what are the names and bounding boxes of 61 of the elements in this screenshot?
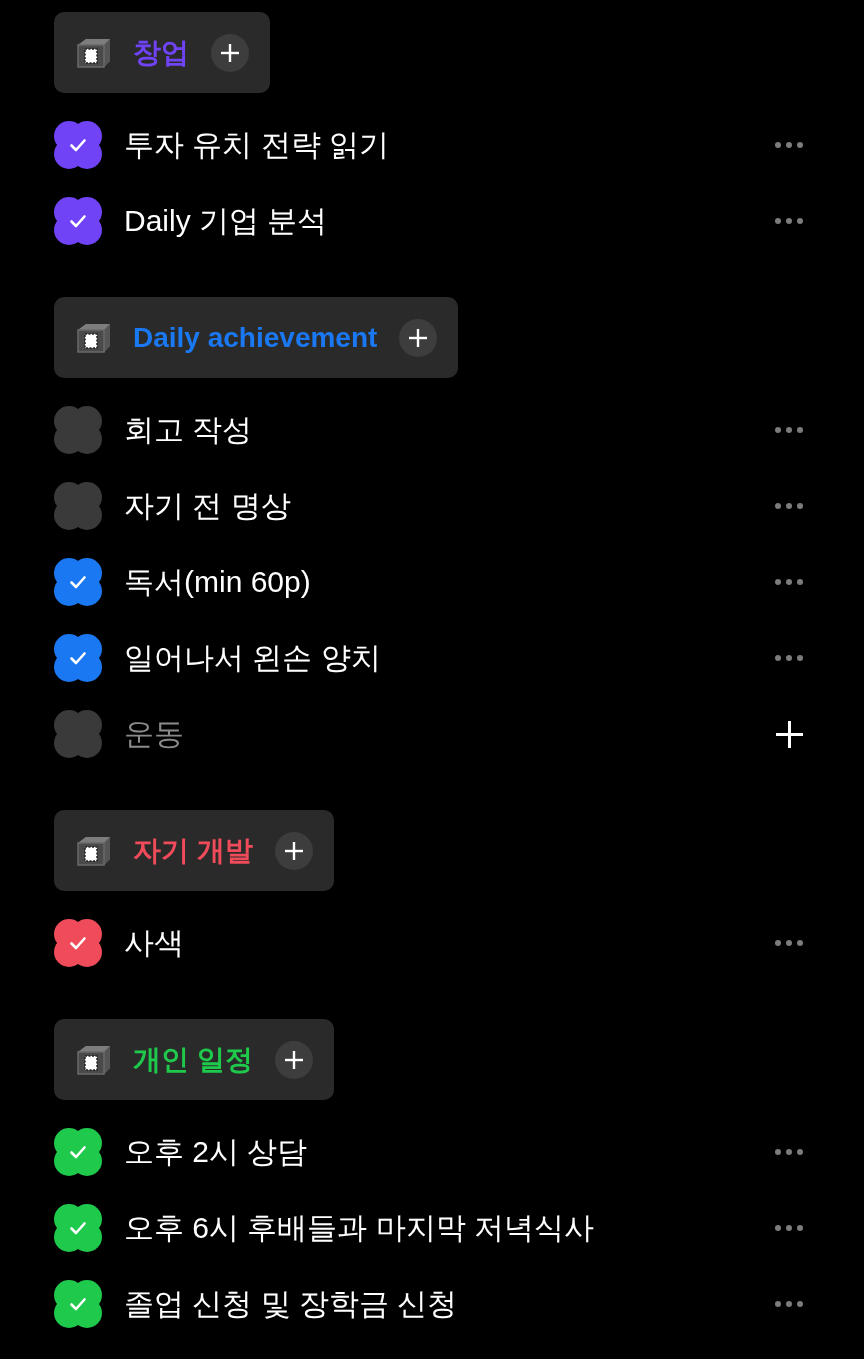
checkbox[interactable] <box>54 1204 102 1252</box>
plus-icon[interactable] <box>776 720 803 748</box>
check-icon <box>70 1298 86 1311</box>
box-icon <box>76 36 112 69</box>
category-title: 개인 일정 <box>133 1045 253 1074</box>
more-icon[interactable] <box>775 940 803 946</box>
category-header[interactable]: 자기 개발 <box>54 810 334 891</box>
box-icon <box>76 321 112 354</box>
add-button[interactable] <box>399 318 438 357</box>
category-header[interactable]: 개인 일정 <box>54 1019 334 1100</box>
more-icon[interactable] <box>775 655 803 661</box>
more-icon[interactable] <box>775 1225 803 1231</box>
more-icon[interactable] <box>775 142 803 148</box>
checkbox[interactable] <box>54 121 102 169</box>
more-icon[interactable] <box>775 1149 803 1155</box>
more-icon[interactable] <box>775 1301 803 1307</box>
plus-icon <box>284 1050 303 1069</box>
task-text: 자기 전 명상 <box>124 491 291 521</box>
category-title: 자기 개발 <box>133 836 253 865</box>
add-button[interactable] <box>274 831 313 870</box>
checkbox[interactable] <box>54 634 102 682</box>
check-icon <box>70 652 86 665</box>
more-icon[interactable] <box>775 427 803 433</box>
task-text: 졸업 신청 및 장학금 신청 <box>124 1289 458 1319</box>
checkbox[interactable] <box>54 919 102 967</box>
task-text: 회고 작성 <box>124 415 253 445</box>
plus-icon <box>221 43 239 62</box>
checkbox[interactable] <box>54 197 102 245</box>
task-text: 오후 2시 상담 <box>124 1137 308 1167</box>
category-title: Daily achievement <box>133 323 378 352</box>
task-text: 일어나서 왼손 양치 <box>124 643 381 673</box>
plus-icon <box>409 328 428 347</box>
checkbox[interactable] <box>54 710 102 758</box>
task-text: 사색 <box>124 928 184 958</box>
checkbox[interactable] <box>54 482 102 530</box>
checkbox[interactable] <box>54 406 102 454</box>
check-icon <box>70 937 86 950</box>
more-icon[interactable] <box>775 579 803 585</box>
task-text: 오후 6시 후배들과 마지막 저녁식사 <box>124 1213 595 1243</box>
category-title: 창업 <box>133 38 189 67</box>
check-icon <box>70 215 86 228</box>
check-icon <box>70 139 86 152</box>
add-button[interactable] <box>274 1040 313 1079</box>
task-text: 투자 유치 전략 읽기 <box>124 130 389 160</box>
task-text: 독서(min 60p) <box>124 567 311 597</box>
box-icon <box>76 834 112 867</box>
check-icon <box>70 576 86 589</box>
plus-icon <box>284 841 303 860</box>
check-icon <box>70 1222 86 1235</box>
check-icon <box>70 1146 86 1159</box>
more-icon[interactable] <box>775 503 803 509</box>
more-icon[interactable] <box>775 218 803 224</box>
add-button[interactable] <box>211 33 249 72</box>
checkbox[interactable] <box>54 1280 102 1328</box>
category-header[interactable]: Daily achievement <box>54 297 459 378</box>
box-icon <box>76 1043 112 1076</box>
task-text: Daily 기업 분석 <box>124 206 328 236</box>
checkbox[interactable] <box>54 1128 102 1176</box>
category-header[interactable]: 창업 <box>54 12 270 93</box>
task-input-field[interactable]: 운동 <box>124 714 776 754</box>
checkbox[interactable] <box>54 558 102 606</box>
